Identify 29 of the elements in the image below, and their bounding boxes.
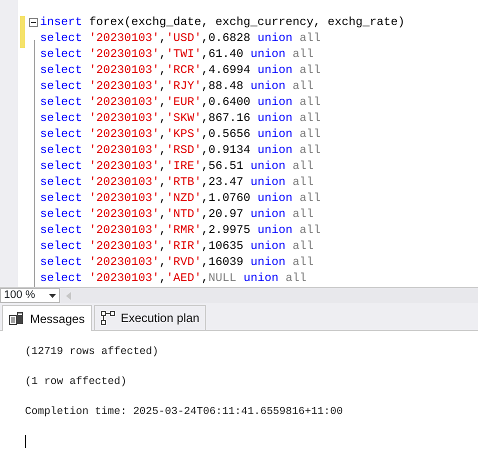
change-bar: [20, 16, 25, 48]
code-line: select '20230103','RJY',88.48 union all: [40, 78, 314, 94]
code-line: select '20230103','EUR',0.6400 union all: [40, 94, 321, 110]
message-line: (1 row affected): [25, 375, 128, 390]
code-line: select '20230103','NTD',20.97 union all: [40, 206, 314, 222]
flowchart-icon: [100, 311, 115, 325]
results-tab[interactable]: Messages: [2, 305, 92, 331]
code-line: select '20230103','RCR',4.6994 union all: [40, 62, 321, 78]
results-tab[interactable]: Execution plan: [94, 305, 206, 330]
code-line: select '20230103','TWI',61.40 union all: [40, 46, 314, 62]
code-line: select '20230103','SKW',867.16 union all: [40, 110, 321, 126]
caret-icon: [49, 294, 56, 298]
code-line: select '20230103','AED',NULL union all: [40, 270, 307, 286]
code-line: select '20230103','RMR',2.9975 union all: [40, 222, 321, 238]
code-line: select '20230103','IRE',56.51 union all: [40, 158, 314, 174]
code-line: select '20230103','RVD',16039 union all: [40, 254, 314, 270]
code-line: select '20230103','RTB',23.47 union all: [40, 174, 314, 190]
code-line: select '20230103','NZD',1.0760 union all: [40, 190, 321, 206]
document-icon: [9, 312, 24, 325]
collapse-icon[interactable]: [29, 18, 38, 26]
code-line: select '20230103','RIR',10635 union all: [40, 238, 314, 254]
code-line: select '20230103','KPS',0.5656 union all: [40, 126, 321, 142]
message-line: Completion time: 2025-03-24T06:11:41.6559816+11:00: [25, 405, 344, 420]
zoom-dropdown[interactable]: 100 %: [0, 288, 60, 303]
text-cursor: [25, 435, 26, 448]
code-line: select '20230103','RSD',0.9134 union all: [40, 142, 321, 158]
message-line: (12719 rows affected): [25, 345, 160, 360]
code-line: select '20230103','USD',0.6828 union all: [40, 30, 321, 46]
code-line: insert forex(exchg_date, exchg_currency, exchg_rate): [40, 14, 405, 30]
